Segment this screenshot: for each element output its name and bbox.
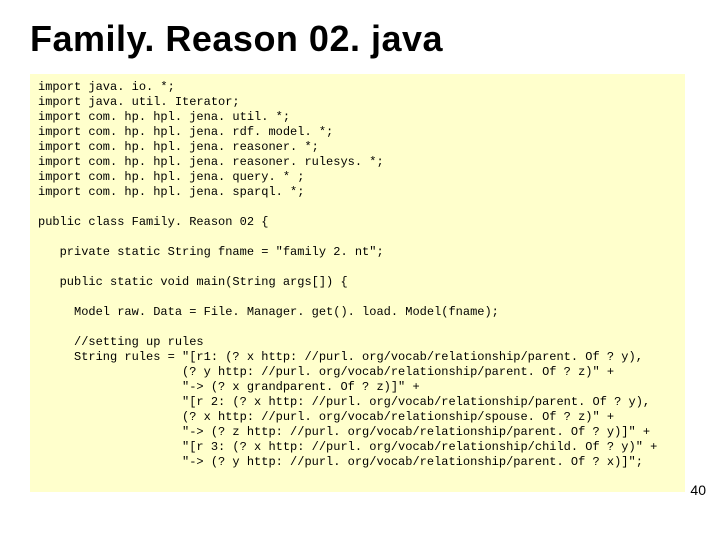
code-block: import java. io. *; import java. util. I… [30, 74, 685, 492]
page-number: 40 [690, 482, 706, 498]
slide: Family. Reason 02. java import java. io.… [0, 0, 720, 540]
slide-title: Family. Reason 02. java [30, 18, 690, 60]
